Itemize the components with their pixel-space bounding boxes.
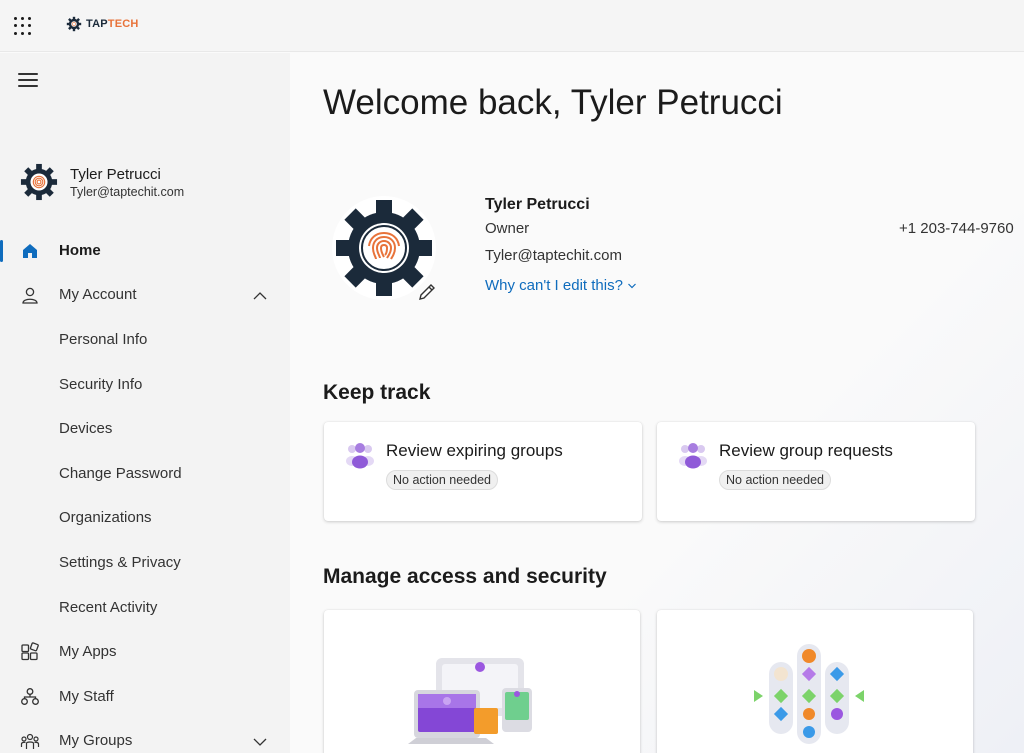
top-bar: TAPTECH: [0, 0, 1024, 52]
company-logo: TAPTECH: [66, 16, 139, 32]
people-group-icon: [20, 733, 40, 749]
sidebar-item-label: Change Password: [59, 464, 182, 482]
org-chart-icon: [21, 687, 39, 705]
card-title: Review group requests: [719, 441, 893, 460]
sidebar-item-personal-info[interactable]: Personal Info: [0, 317, 290, 362]
sidebar-item-label: Personal Info: [59, 330, 148, 348]
security-access-card[interactable]: [657, 610, 973, 753]
status-badge: No action needed: [386, 470, 498, 490]
group-people-icon: [679, 443, 707, 469]
sidebar-item-my-groups[interactable]: My Groups: [0, 719, 290, 753]
sidebar-item-label: Devices: [59, 420, 113, 438]
sidebar-item-my-account[interactable]: My Account: [0, 273, 290, 318]
sidebar-item-my-apps[interactable]: My Apps: [0, 629, 290, 674]
apps-icon: [21, 642, 39, 661]
sidebar-item-devices[interactable]: Devices: [0, 406, 290, 451]
home-icon: [23, 244, 37, 258]
sidebar-item-label: Organizations: [59, 509, 152, 527]
sidebar-item-label: My Account: [59, 286, 137, 304]
sidebar-item-recent-activity[interactable]: Recent Activity: [0, 585, 290, 630]
avatar: [20, 163, 58, 201]
sidebar-item-organizations[interactable]: Organizations: [0, 496, 290, 541]
person-icon: [22, 287, 38, 304]
profile-name: Tyler Petrucci: [485, 196, 590, 213]
logo-text-tap: TAP: [86, 18, 108, 30]
logo-text-tech: TECH: [107, 18, 139, 30]
security-flow-illustration-icon: [754, 644, 864, 744]
profile-email: Tyler@taptechit.com: [485, 247, 622, 264]
devices-access-card[interactable]: [324, 610, 640, 753]
sidebar-item-label: Recent Activity: [59, 598, 158, 616]
sidebar-item-security-info[interactable]: Security Info: [0, 362, 290, 407]
sidebar-user-name: Tyler Petrucci: [70, 165, 161, 183]
sidebar-item-settings-privacy[interactable]: Settings & Privacy: [0, 540, 290, 585]
sidebar-item-change-password[interactable]: Change Password: [0, 451, 290, 496]
edit-pencil-icon[interactable]: [416, 281, 438, 303]
main-content: Welcome back, Tyler Petrucci Tyler Petru…: [290, 53, 1024, 753]
app-launcher-icon[interactable]: [12, 15, 34, 37]
sidebar-item-label: Security Info: [59, 375, 143, 393]
review-group-requests-card[interactable]: Review group requests No action needed: [657, 422, 975, 521]
manage-access-heading: Manage access and security: [323, 565, 607, 588]
profile-role: Owner: [485, 220, 530, 237]
hamburger-menu-icon[interactable]: [18, 73, 38, 89]
why-cant-edit-link[interactable]: Why can't I edit this?: [485, 277, 637, 294]
page-title: Welcome back, Tyler Petrucci: [323, 83, 783, 122]
profile-phone: +1 203-744-9760: [899, 220, 1014, 237]
card-title: Review expiring groups: [386, 441, 563, 460]
sidebar-user: Tyler Petrucci Tyler@taptechit.com: [20, 163, 184, 201]
chevron-down-icon: [628, 283, 636, 288]
sidebar-user-email: Tyler@taptechit.com: [70, 184, 185, 199]
why-cant-edit-label: Why can't I edit this?: [485, 277, 623, 294]
sidebar-item-label: My Apps: [59, 643, 117, 661]
devices-illustration-icon: [408, 658, 532, 744]
sidebar-nav: Home My Account Personal Info Security I…: [0, 228, 290, 753]
logo-gear-icon: [66, 16, 82, 32]
sidebar: Tyler Petrucci Tyler@taptechit.com Home …: [0, 53, 290, 753]
sidebar-item-label: Settings & Privacy: [59, 553, 181, 571]
sidebar-item-label: Home: [59, 241, 101, 259]
sidebar-item-home[interactable]: Home: [0, 228, 290, 273]
chevron-up-icon[interactable]: [252, 288, 268, 304]
chevron-down-icon[interactable]: [252, 734, 268, 750]
sidebar-item-label: My Groups: [59, 732, 133, 750]
review-expiring-groups-card[interactable]: Review expiring groups No action needed: [324, 422, 642, 521]
keep-track-heading: Keep track: [323, 381, 431, 404]
status-badge: No action needed: [719, 470, 831, 490]
sidebar-item-my-staff[interactable]: My Staff: [0, 674, 290, 719]
sidebar-item-label: My Staff: [59, 687, 114, 705]
group-people-icon: [346, 443, 374, 469]
